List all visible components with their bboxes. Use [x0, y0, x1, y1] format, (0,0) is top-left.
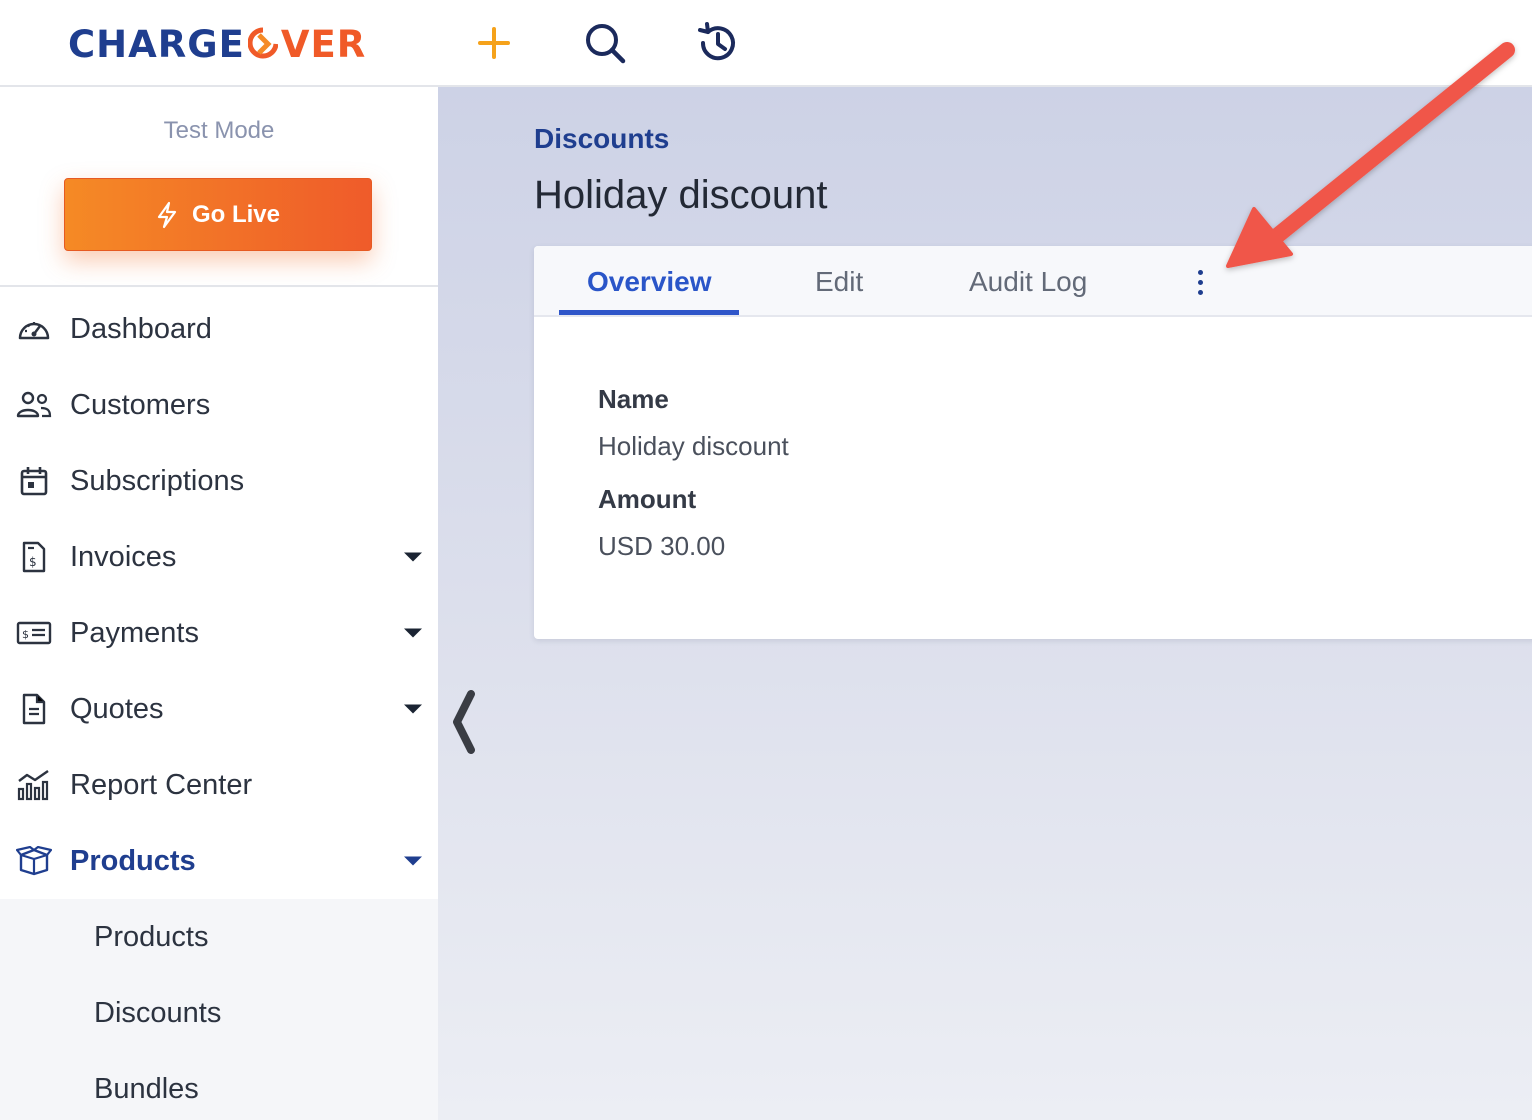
sidebar-item-payments[interactable]: $ Payments [0, 595, 438, 671]
sidebar-item-invoices[interactable]: $ Invoices [0, 519, 438, 595]
amount-label: Amount [598, 484, 697, 514]
main-content: Discounts Holiday discount Overview Edit… [438, 87, 1532, 1120]
report-icon [16, 767, 52, 803]
sidebar-item-quotes[interactable]: Quotes [0, 671, 438, 747]
search-button[interactable] [582, 20, 628, 66]
test-mode-label: Test Mode [163, 117, 275, 144]
sidebar-item-customers[interactable]: Customers [0, 367, 438, 443]
name-value: Holiday discount [598, 431, 789, 461]
subnav-item-products[interactable]: Products [0, 899, 438, 975]
sidebar-item-products[interactable]: Products [0, 823, 438, 899]
calendar-icon [16, 463, 52, 499]
amount-value: USD 30.00 [598, 531, 726, 561]
add-button[interactable] [471, 20, 517, 66]
logo-text-ver: VER [280, 22, 367, 66]
invoice-icon: $ [16, 539, 52, 575]
history-button[interactable] [694, 20, 740, 66]
top-bar: CHARGE VER [0, 0, 1532, 87]
sidebar-item-subscriptions[interactable]: Subscriptions [0, 443, 438, 519]
chevron-down-icon[interactable] [404, 704, 422, 714]
chevron-down-icon[interactable] [404, 856, 422, 866]
subnav-item-discounts[interactable]: Discounts [0, 975, 438, 1051]
svg-text:$: $ [29, 555, 37, 569]
sidebar-item-dashboard[interactable]: Dashboard [0, 291, 438, 367]
svg-text:$: $ [22, 628, 29, 641]
payment-icon: $ [16, 615, 52, 651]
tab-overview[interactable]: Overview [587, 246, 712, 317]
logo-o-icon [246, 27, 280, 61]
active-tab-indicator [559, 310, 739, 315]
sidebar-item-label: Customers [70, 388, 211, 421]
sidebar-nav: Dashboard Customers Subscriptions $ Invo… [0, 291, 438, 1120]
tab-bar: Overview Edit Audit Log [534, 246, 1532, 317]
history-icon [698, 22, 735, 61]
chevron-left-icon [453, 690, 475, 754]
chevron-down-icon[interactable] [404, 552, 422, 562]
search-icon [586, 24, 626, 64]
collapse-sidebar-button[interactable] [448, 687, 478, 757]
sidebar-item-report-center[interactable]: Report Center [0, 747, 438, 823]
breadcrumb[interactable]: Discounts [534, 123, 669, 155]
logo-text-charge: CHARGE [68, 22, 245, 66]
page-title: Holiday discount [534, 173, 828, 217]
sidebar-item-label: Dashboard [70, 312, 212, 345]
lightning-icon [157, 201, 177, 228]
sidebar-item-label: Invoices [70, 540, 177, 573]
chargeover-logo[interactable]: CHARGE VER [68, 22, 366, 66]
sidebar-item-label: Payments [70, 616, 199, 649]
more-options-icon[interactable] [1184, 264, 1216, 300]
subnav-item-bundles[interactable]: Bundles [0, 1051, 438, 1120]
discount-card: Overview Edit Audit Log Name Holiday dis… [534, 246, 1532, 639]
plus-icon [478, 27, 510, 59]
sidebar-item-label: Products [70, 844, 196, 877]
products-subnav: Products Discounts Bundles [0, 899, 438, 1120]
sidebar: Test Mode Go Live Dashboard Customers Su… [0, 87, 438, 1120]
sidebar-item-label: Quotes [70, 692, 164, 725]
tab-audit-log[interactable]: Audit Log [969, 246, 1087, 317]
box-icon [16, 843, 52, 879]
customers-icon [16, 387, 52, 423]
sidebar-item-label: Subscriptions [70, 464, 245, 497]
dashboard-icon [16, 311, 52, 347]
sidebar-divider [0, 285, 438, 287]
tab-edit[interactable]: Edit [815, 246, 863, 317]
name-label: Name [598, 384, 669, 414]
quote-icon [16, 691, 52, 727]
sidebar-item-label: Report Center [70, 768, 253, 801]
go-live-button[interactable]: Go Live [64, 178, 372, 251]
go-live-label: Go Live [191, 200, 281, 228]
chevron-down-icon[interactable] [404, 628, 422, 638]
